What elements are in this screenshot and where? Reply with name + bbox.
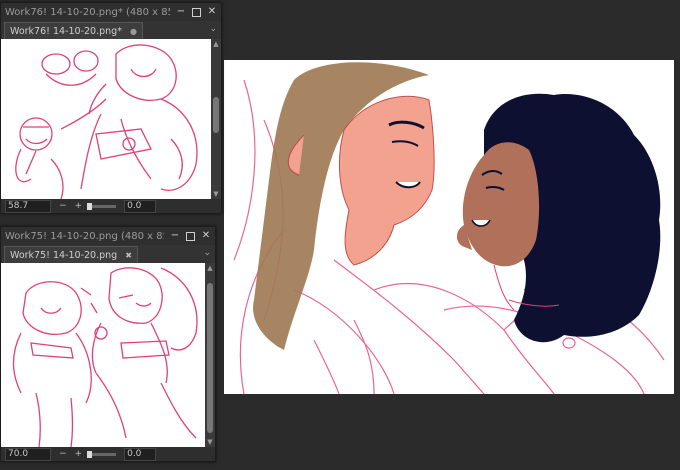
zoom-in-button[interactable]: + — [75, 449, 83, 459]
subwindow-title: Work75! 14-10-20.png (480 x 854px 72d — [5, 230, 164, 242]
vertical-scrollbar[interactable]: ▲ ▼ — [205, 263, 215, 447]
rotation-field[interactable]: 0.0 — [124, 199, 157, 213]
zoom-field[interactable]: 70.0 — [5, 447, 51, 461]
rotation-field[interactable]: 0.0 — [124, 447, 157, 461]
maximize-icon[interactable] — [192, 7, 201, 17]
maximize-icon[interactable] — [186, 231, 195, 241]
close-icon[interactable]: ✕ — [201, 231, 211, 241]
close-icon[interactable]: ✕ — [207, 7, 217, 17]
subwindow-title-bar[interactable]: Work76! 14-10-20.png* (480 x 854px 72 − … — [1, 3, 221, 21]
tab-label: Work76! 14-10-20.png* — [10, 25, 122, 37]
zoom-out-button[interactable]: − — [59, 449, 67, 459]
modified-dot-icon: ● — [129, 26, 137, 36]
minimize-icon[interactable]: − — [170, 231, 180, 241]
rotation-slider[interactable] — [87, 450, 117, 458]
main-canvas[interactable] — [224, 60, 674, 394]
subwindow-statusbar: 70.0 − + 0.0 — [1, 447, 215, 461]
scroll-thumb[interactable] — [213, 97, 219, 133]
subwindow-tabbar: Work75! 14-10-20.png ✖ ⌄ — [1, 245, 215, 263]
zoom-field[interactable]: 58.7 — [5, 199, 51, 213]
subwindow-tabbar: Work76! 14-10-20.png* ● ⌄ — [1, 21, 221, 39]
rotation-slider[interactable] — [87, 202, 117, 210]
subwindow-work75[interactable]: Work75! 14-10-20.png (480 x 854px 72d − … — [0, 226, 216, 462]
document-tab[interactable]: Work75! 14-10-20.png ✖ — [4, 246, 138, 263]
artwork — [233, 62, 665, 394]
subwindow-title-bar[interactable]: Work75! 14-10-20.png (480 x 854px 72d − … — [1, 227, 215, 245]
scroll-thumb[interactable] — [207, 283, 213, 433]
scroll-up-icon[interactable]: ▲ — [211, 40, 221, 48]
scroll-up-icon[interactable]: ▲ — [205, 264, 215, 272]
scroll-down-icon[interactable]: ▼ — [205, 438, 215, 446]
subwindow-title: Work76! 14-10-20.png* (480 x 854px 72 — [5, 6, 170, 18]
zoom-out-button[interactable]: − — [59, 201, 67, 211]
zoom-in-button[interactable]: + — [75, 201, 83, 211]
tab-label: Work75! 14-10-20.png — [10, 249, 118, 261]
subwindow-work76[interactable]: Work76! 14-10-20.png* (480 x 854px 72 − … — [0, 2, 222, 214]
document-tab[interactable]: Work76! 14-10-20.png* ● — [4, 22, 143, 39]
scroll-down-icon[interactable]: ▼ — [211, 190, 221, 198]
subwindow-canvas[interactable]: ▲ ▼ — [1, 39, 221, 199]
vertical-scrollbar[interactable]: ▲ ▼ — [211, 39, 221, 199]
subwindow-canvas[interactable]: ▲ ▼ — [1, 263, 215, 447]
subwindow-statusbar: 58.7 − + 0.0 — [1, 199, 221, 213]
tab-close-icon[interactable]: ✖ — [125, 251, 132, 260]
sketch-artwork — [15, 44, 198, 199]
sketch-artwork — [12, 267, 198, 447]
minimize-icon[interactable]: − — [176, 7, 186, 17]
chevron-down-icon[interactable]: ⌄ — [203, 248, 211, 258]
chevron-down-icon[interactable]: ⌄ — [209, 24, 217, 34]
